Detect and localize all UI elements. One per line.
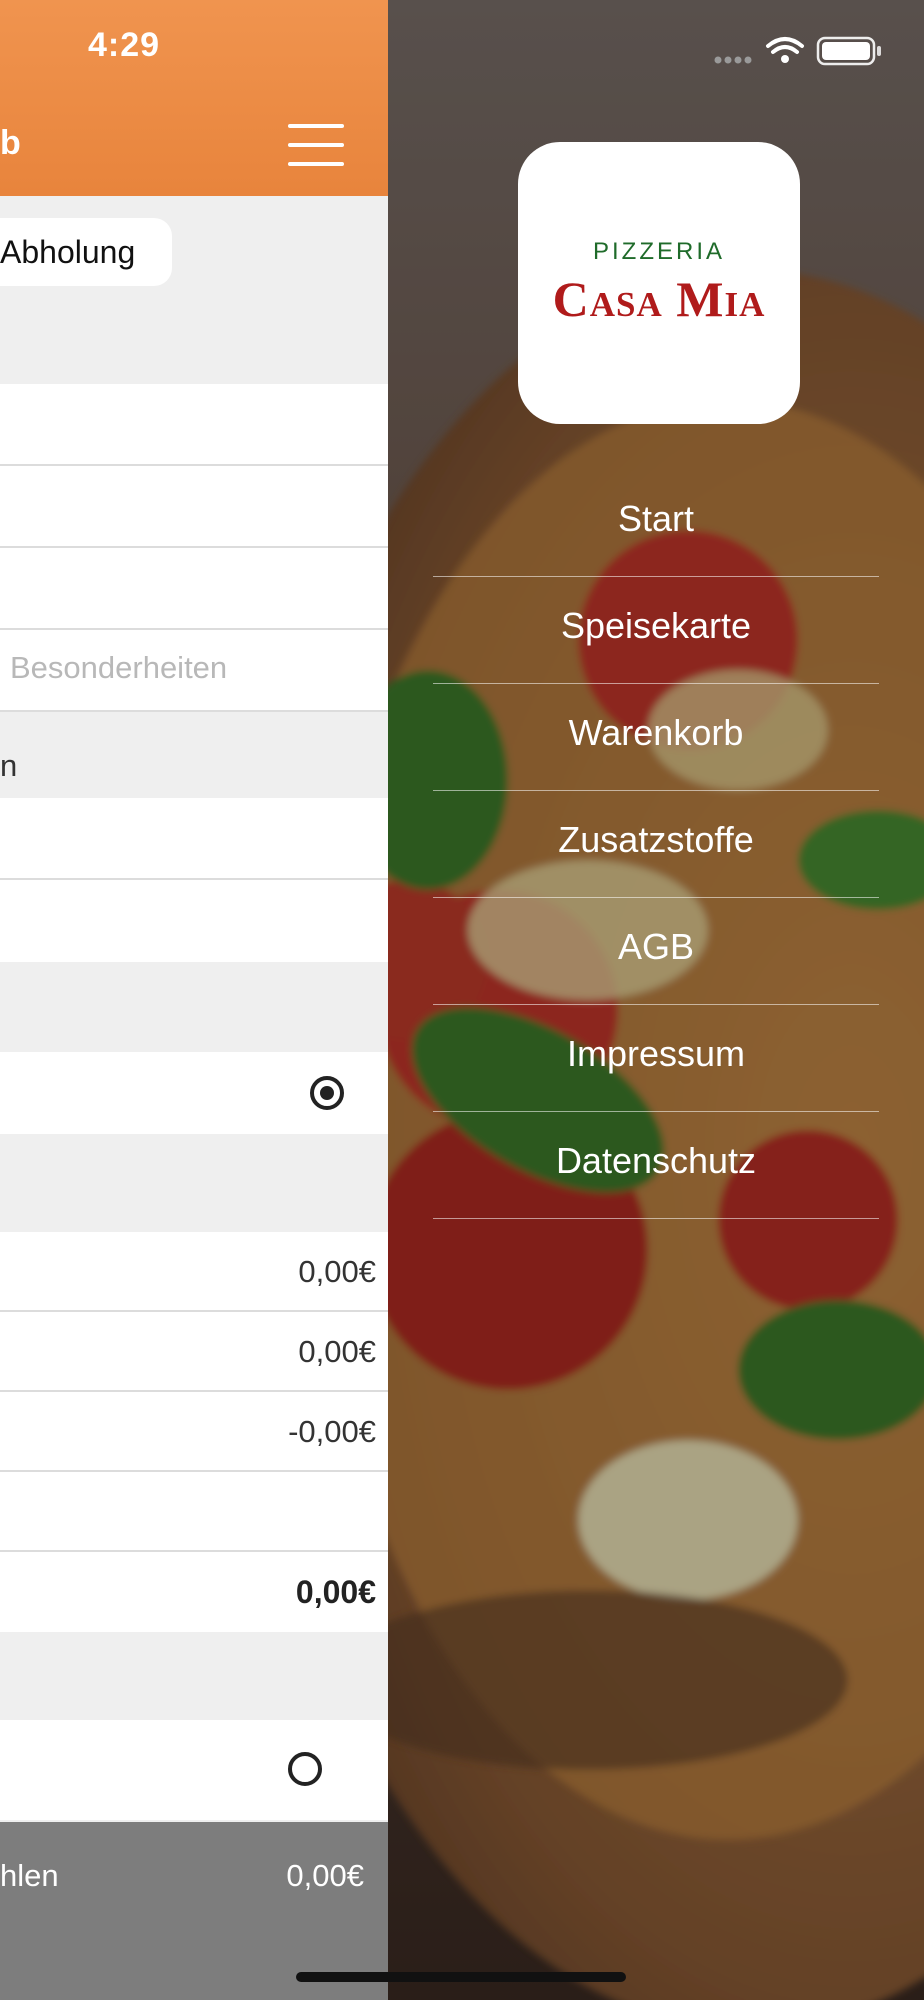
menu-item-label: Start	[617, 498, 695, 539]
amount-2: 0,00€	[298, 1334, 376, 1369]
pay-button-label: hlen	[0, 1858, 59, 1893]
menu-item-zusatzstoffe[interactable]: Zusatzstoffe	[433, 791, 879, 898]
page-title: b	[0, 124, 21, 162]
fee-row: 0,00€	[0, 1312, 388, 1392]
delivery-option-row[interactable]	[0, 1052, 388, 1134]
form-field-3[interactable]	[0, 548, 388, 630]
logo-subtitle: PIZZERIA	[592, 238, 725, 265]
notes-field[interactable]: Besonderheiten	[0, 630, 388, 712]
cellular-signal-icon	[714, 56, 752, 64]
total-row: 0,00€	[0, 1552, 388, 1632]
menu-item-start[interactable]: Start	[433, 470, 879, 577]
radio-unselected-icon[interactable]	[288, 1752, 322, 1786]
status-time: 4:29	[88, 26, 161, 64]
menu-item-label: AGB	[617, 926, 695, 967]
form-field-4[interactable]	[0, 798, 388, 880]
pickup-option-button[interactable]: Abholung	[0, 218, 172, 286]
empty-row	[0, 1472, 388, 1552]
amount-3: -0,00€	[288, 1414, 376, 1449]
menu-item-label: Impressum	[566, 1033, 746, 1074]
cart-panel: 4:29 b Abholung Besonderheiten n 0,00€ 0…	[0, 0, 388, 2000]
menu-item-agb[interactable]: AGB	[433, 898, 879, 1005]
side-menu: Start Speisekarte Warenkorb Zusatzstoffe…	[433, 470, 879, 1219]
form-field-1[interactable]	[0, 384, 388, 466]
subtotal-row: 0,00€	[0, 1232, 388, 1312]
radio-selected-icon[interactable]	[310, 1076, 344, 1110]
form-field-2[interactable]	[0, 466, 388, 548]
status-icons	[712, 32, 892, 68]
wifi-icon	[766, 37, 804, 54]
menu-icon[interactable]	[288, 124, 344, 166]
amount-1: 0,00€	[298, 1254, 376, 1289]
menu-item-datenschutz[interactable]: Datenschutz	[433, 1112, 879, 1219]
menu-item-warenkorb[interactable]: Warenkorb	[433, 684, 879, 791]
total-amount: 0,00€	[295, 1574, 376, 1610]
notes-placeholder: Besonderheiten	[10, 650, 228, 685]
discount-row: -0,00€	[0, 1392, 388, 1472]
logo-title: Casa Mia	[552, 271, 766, 327]
menu-item-impressum[interactable]: Impressum	[433, 1005, 879, 1112]
menu-item-label: Warenkorb	[568, 712, 744, 753]
form-field-5[interactable]	[0, 880, 388, 962]
payment-option-row[interactable]	[0, 1720, 388, 1820]
section-label: n	[0, 748, 18, 783]
restaurant-logo: PIZZERIA Casa Mia	[518, 142, 800, 424]
home-indicator	[296, 1972, 626, 1982]
cart-header: 4:29 b	[0, 0, 388, 196]
pay-button-amount: 0,00€	[286, 1858, 364, 1893]
menu-item-label: Datenschutz	[555, 1140, 757, 1181]
battery-icon	[816, 36, 881, 66]
menu-item-speisekarte[interactable]: Speisekarte	[433, 577, 879, 684]
menu-item-label: Speisekarte	[560, 605, 752, 646]
menu-item-label: Zusatzstoffe	[558, 819, 754, 860]
